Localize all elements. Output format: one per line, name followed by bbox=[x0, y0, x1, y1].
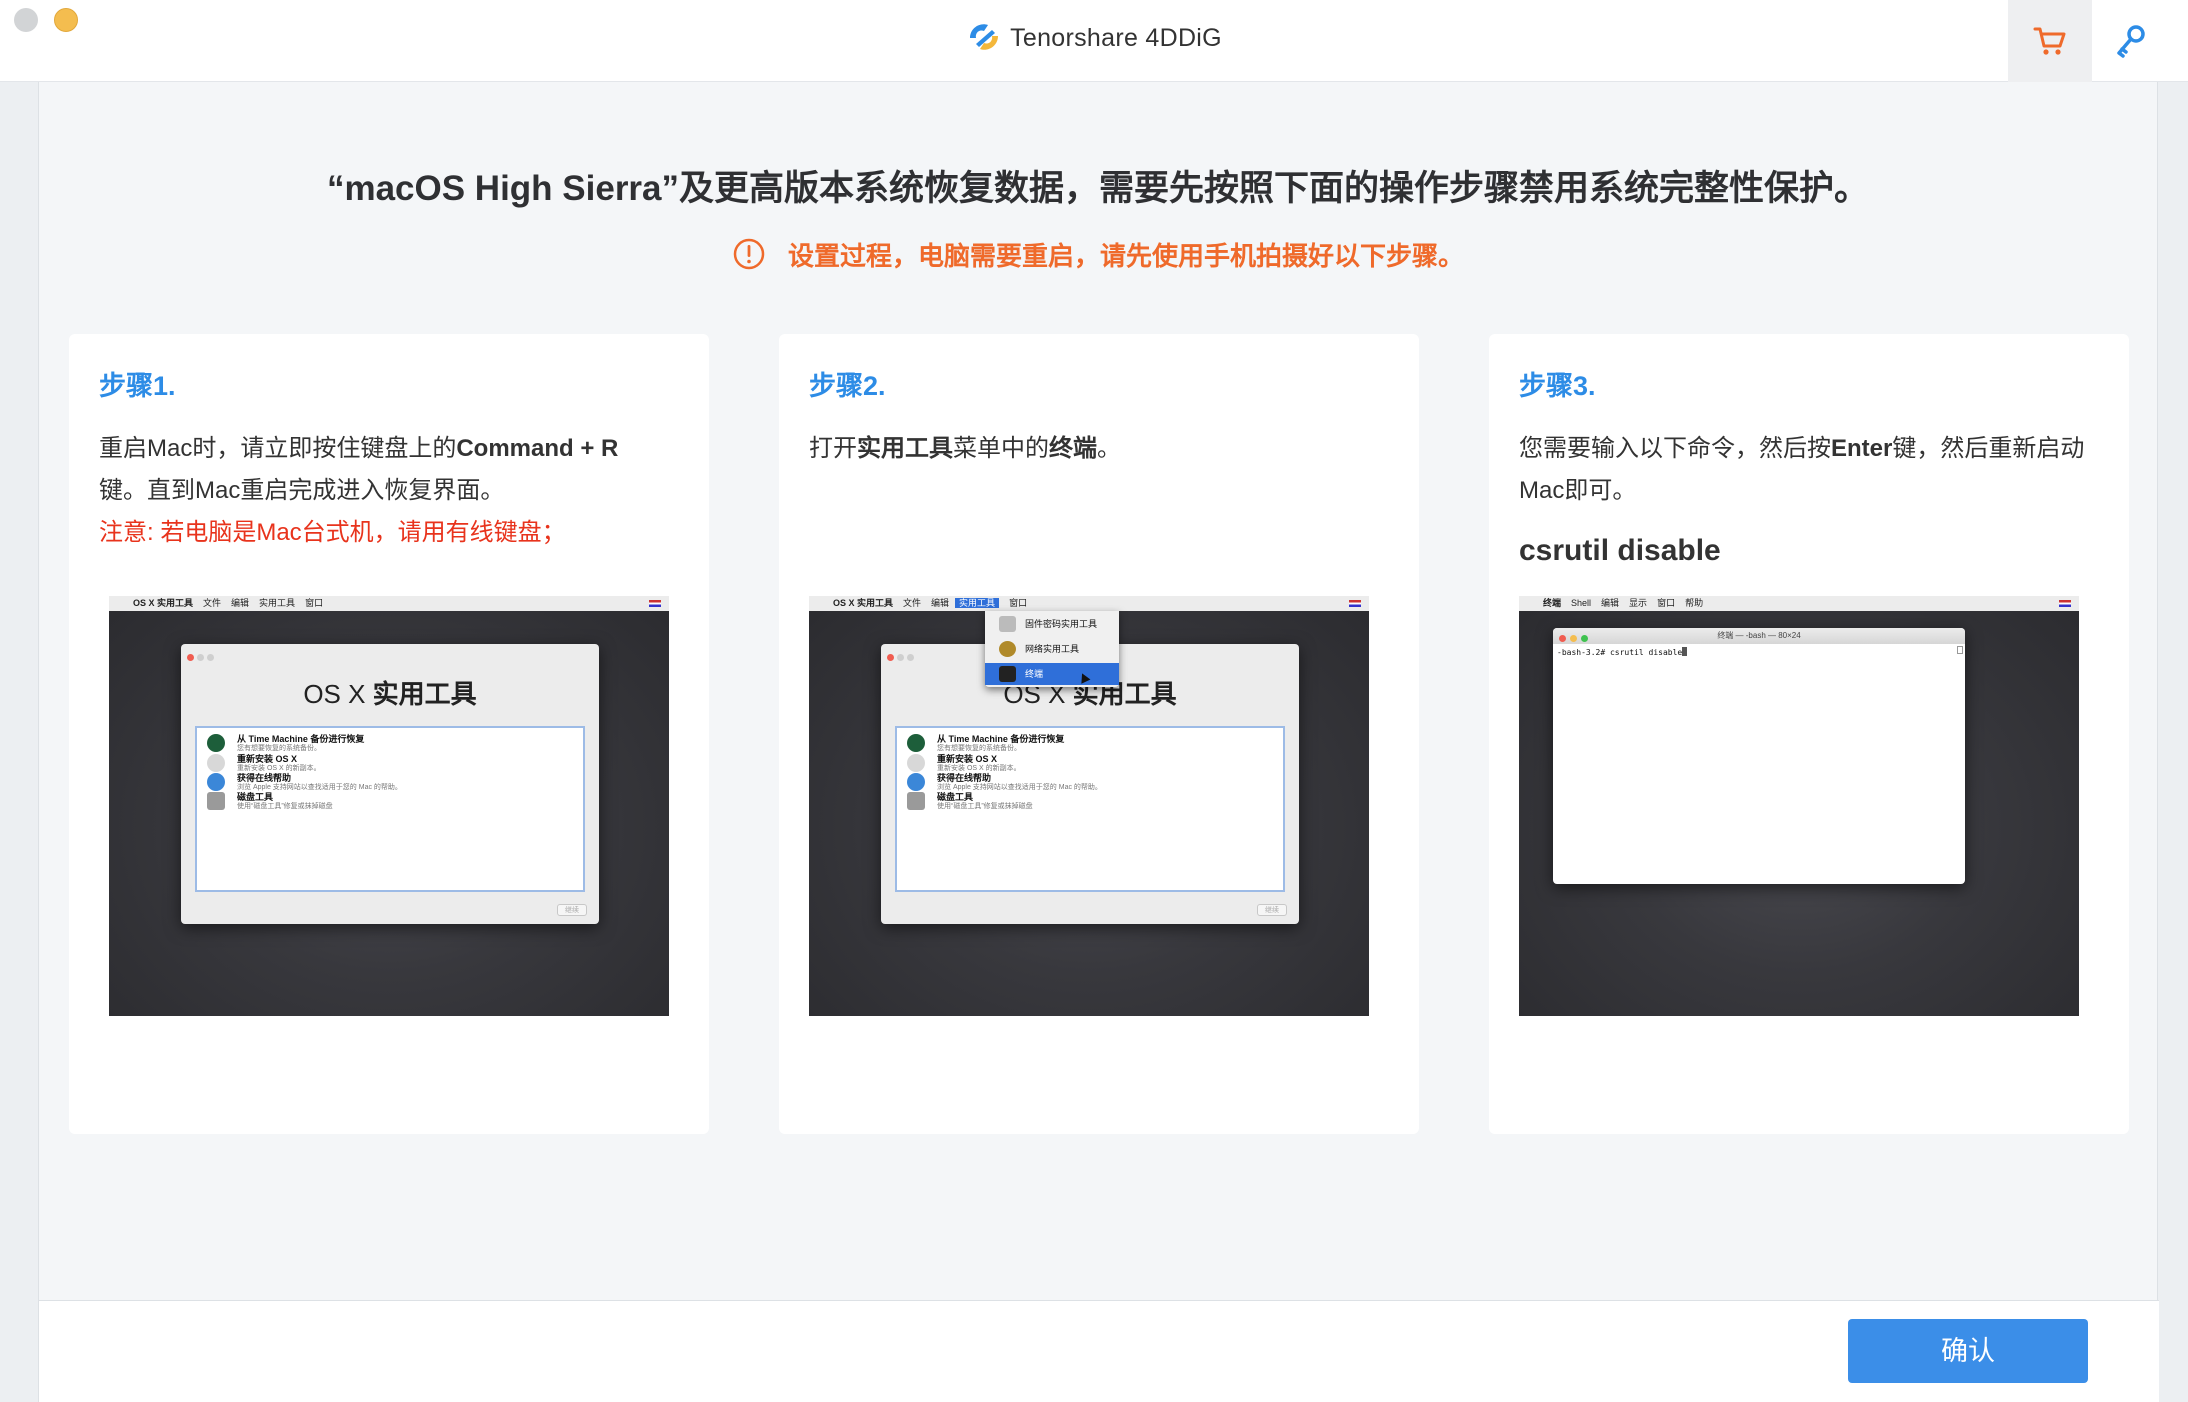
terminal-scrollbar bbox=[1957, 646, 1963, 654]
utilities-list: 从 Time Machine 备份进行恢复 您有想要恢复的系统备份。 重新安装 O… bbox=[195, 726, 585, 892]
step-1-text: 重启Mac时，请立即按住键盘上的Command + R 键。直到Mac重启完成进… bbox=[99, 428, 689, 554]
warning-text: 设置过程，电脑需要重启，请先使用手机拍摄好以下步骤。 bbox=[787, 241, 1464, 271]
osx-utilities-window: OS X 实用工具 从 Time Machine 备份进行恢复 您有想要恢复的系统… bbox=[181, 644, 599, 924]
install-osx-icon bbox=[907, 754, 925, 772]
step-3-text-a: 您需要输入以下命令，然后按 bbox=[1519, 435, 1831, 462]
utilities-list: 从 Time Machine 备份进行恢复 您有想要恢复的系统备份。 重新安装 O… bbox=[895, 726, 1285, 892]
step-2-text-a: 打开 bbox=[809, 435, 857, 462]
confirm-button[interactable]: 确认 bbox=[1848, 1319, 2088, 1383]
terminal-window: 终端 — -bash — 80×24 -bash-3.2# csrutil di… bbox=[1553, 628, 1965, 884]
utilities-dropdown-menu: 固件密码实用工具 网络实用工具 终端 bbox=[985, 611, 1119, 687]
step-2-card: 步骤2. 打开实用工具菜单中的终端。 OS X 实用工具 文件 编辑 实用工具 窗口 O… bbox=[779, 334, 1419, 1134]
step-3-card: 步骤3. 您需要输入以下命令，然后按Enter键，然后重新启动Mac即可。 cs… bbox=[1489, 334, 2129, 1134]
terminal-title-bar: 终端 — -bash — 80×24 bbox=[1553, 628, 1965, 644]
shopping-cart-button[interactable] bbox=[2008, 0, 2092, 82]
continue-button: 继续 bbox=[1257, 904, 1287, 916]
menu-edit: 编辑 bbox=[1601, 598, 1620, 608]
disk-utility-icon bbox=[207, 792, 225, 810]
network-utility-icon bbox=[999, 641, 1016, 657]
app-title: Tenorshare 4DDiG bbox=[0, 20, 2188, 61]
command-text: csrutil disable bbox=[1519, 534, 1721, 567]
flag-icon bbox=[2059, 600, 2071, 607]
window-controls bbox=[887, 648, 917, 666]
utilities-window-title: OS X 实用工具 bbox=[303, 679, 477, 709]
step-3-enter-key: Enter bbox=[1831, 435, 1893, 462]
key-icon bbox=[2117, 25, 2145, 58]
menu-app: OS X 实用工具 bbox=[833, 598, 894, 608]
time-machine-icon bbox=[907, 734, 925, 752]
step-3-text: 您需要输入以下命令，然后按Enter键，然后重新启动Mac即可。 bbox=[1519, 428, 2109, 512]
page-heading: “macOS High Sierra”及更高版本系统恢复数据，需要先按照下面的操… bbox=[326, 169, 1870, 208]
menu-app: OS X 实用工具 bbox=[133, 598, 194, 608]
terminal-output: -bash-3.2# csrutil disable bbox=[1553, 644, 1965, 660]
step-1-text-a: 重启Mac时，请立即按住键盘上的 bbox=[99, 435, 457, 462]
step-1-card: 步骤1. 重启Mac时，请立即按住键盘上的Command + R 键。直到Mac… bbox=[69, 334, 709, 1134]
step-2-text: 打开实用工具菜单中的终端。 bbox=[809, 428, 1399, 470]
step-2-text-e: 。 bbox=[1097, 435, 1121, 462]
menu-utilities: 实用工具 bbox=[259, 598, 296, 608]
step-1-note: 注意: 若电脑是Mac台式机，请用有线键盘； bbox=[99, 519, 566, 546]
dropdown-item-terminal: 终端 bbox=[985, 663, 1119, 685]
menu-file: 文件 bbox=[203, 598, 222, 608]
menu-edit: 编辑 bbox=[931, 598, 950, 608]
window-controls bbox=[187, 648, 217, 666]
flag-icon bbox=[649, 600, 661, 607]
safari-icon bbox=[907, 773, 925, 791]
flag-icon bbox=[1349, 600, 1361, 607]
step-2-text-c: 菜单中的 bbox=[953, 435, 1049, 462]
safari-icon bbox=[207, 773, 225, 791]
background-left bbox=[0, 82, 38, 1402]
dropdown-item-firmware: 固件密码实用工具 bbox=[985, 613, 1119, 635]
title-bar: Tenorshare 4DDiG bbox=[0, 0, 2188, 82]
step-2-title: 步骤2. bbox=[809, 371, 886, 401]
dropdown-item-network: 网络实用工具 bbox=[985, 638, 1119, 660]
time-machine-icon bbox=[207, 734, 225, 752]
step-3-screenshot: 终端 Shell 编辑 显示 窗口 帮助 终端 — -bash — 80×24 -bash… bbox=[1519, 596, 2079, 1016]
step-1-text-c: 键。直到Mac重启完成进入恢复界面。 bbox=[99, 477, 505, 504]
mac-menubar: 终端 Shell 编辑 显示 窗口 帮助 bbox=[1519, 596, 2079, 611]
menu-edit: 编辑 bbox=[231, 598, 250, 608]
terminal-icon bbox=[999, 666, 1016, 682]
menu-window: 窗口 bbox=[1657, 598, 1676, 608]
step-1-screenshot: OS X 实用工具 文件 编辑 实用工具 窗口 OS X 实用工具 从 Time Mac… bbox=[109, 596, 669, 1016]
step-2-terminal: 终端 bbox=[1049, 435, 1097, 462]
app-name: Tenorshare 4DDiG bbox=[1010, 24, 1222, 52]
mac-menubar: OS X 实用工具 文件 编辑 实用工具 窗口 bbox=[809, 596, 1369, 611]
step-2-utilities: 实用工具 bbox=[857, 435, 953, 462]
terminal-caret bbox=[1682, 647, 1688, 656]
footer-bar: 确认 bbox=[39, 1300, 2159, 1402]
menu-help: 帮助 bbox=[1685, 598, 1704, 608]
mac-menubar: OS X 实用工具 文件 编辑 实用工具 窗口 bbox=[109, 596, 669, 611]
step-3-title: 步骤3. bbox=[1519, 371, 1596, 401]
menu-window: 窗口 bbox=[1009, 598, 1028, 608]
menu-file: 文件 bbox=[903, 598, 922, 608]
terminal-title: 终端 — -bash — 80×24 bbox=[1717, 631, 1801, 640]
continue-button: 继续 bbox=[557, 904, 587, 916]
register-key-button[interactable] bbox=[2088, 0, 2172, 82]
step-1-title: 步骤1. bbox=[99, 371, 176, 401]
lock-icon bbox=[999, 616, 1016, 632]
install-osx-icon bbox=[207, 754, 225, 772]
disk-utility-icon bbox=[907, 792, 925, 810]
warning-circle-icon bbox=[732, 237, 766, 278]
sip-guide-panel: “macOS High Sierra”及更高版本系统恢复数据，需要先按照下面的操… bbox=[38, 82, 2159, 1402]
menu-window: 窗口 bbox=[305, 598, 324, 608]
background-right bbox=[2158, 82, 2188, 1402]
restart-warning: 设置过程，电脑需要重启，请先使用手机拍摄好以下步骤。 bbox=[39, 236, 2157, 278]
step-2-screenshot: OS X 实用工具 文件 编辑 实用工具 窗口 OS X 实用工具 从 Time Mac… bbox=[809, 596, 1369, 1016]
shopping-cart-icon bbox=[2033, 27, 2066, 55]
step-1-shortcut: Command + R bbox=[456, 435, 619, 462]
tenorshare-4ddig-logo-icon bbox=[966, 20, 1002, 61]
menu-utilities-highlighted: 实用工具 bbox=[955, 598, 1000, 608]
menu-terminal: 终端 bbox=[1543, 598, 1562, 608]
window-controls bbox=[1559, 632, 1592, 648]
menu-view: 显示 bbox=[1629, 598, 1648, 608]
menu-shell: Shell bbox=[1571, 598, 1592, 608]
